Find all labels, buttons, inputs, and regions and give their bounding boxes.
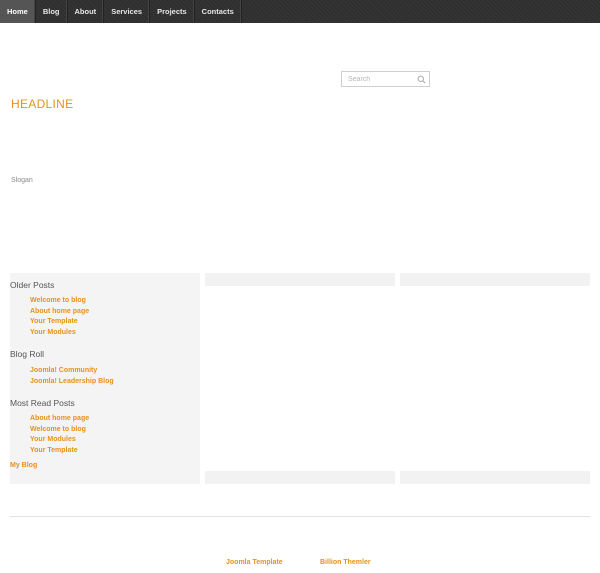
blog-roll-link[interactable]: Joomla! Community (30, 366, 114, 377)
older-posts-list: Welcome to blog About home page Your Tem… (30, 296, 89, 338)
nav-item-projects[interactable]: Projects (150, 0, 195, 23)
content-column-top-bar (205, 273, 395, 286)
nav-item-about[interactable]: About (68, 0, 105, 23)
most-read-link[interactable]: Your Template (30, 446, 89, 457)
blog-roll-title: Blog Roll (10, 349, 45, 359)
footer-link-billion-themler[interactable]: Billion Themler (320, 559, 371, 566)
blog-roll-list: Joomla! Community Joomla! Leadership Blo… (30, 366, 114, 387)
nav-item-services[interactable]: Services (104, 0, 151, 23)
slogan: Slogan (11, 177, 33, 184)
most-read-list: About home page Welcome to blog Your Mod… (30, 414, 89, 456)
older-posts-link[interactable]: About home page (30, 307, 89, 318)
sidebar: Older Posts Welcome to blog About home p… (10, 273, 200, 484)
search-box (341, 71, 430, 87)
headline: HEADLINE (11, 97, 74, 111)
top-navigation: Home Blog About Services Projects Contac… (0, 0, 600, 23)
blog-roll-link[interactable]: Joomla! Leadership Blog (30, 377, 114, 388)
older-posts-title: Older Posts (10, 280, 55, 290)
right-column-bottom-bar (400, 471, 590, 484)
nav-item-blog[interactable]: Blog (36, 0, 68, 23)
right-column-top-bar (400, 273, 590, 286)
nav-item-home[interactable]: Home (0, 0, 36, 23)
older-posts-link[interactable]: Your Template (30, 317, 89, 328)
most-read-title: Most Read Posts (10, 398, 75, 408)
older-posts-link[interactable]: Welcome to blog (30, 296, 89, 307)
most-read-link[interactable]: Your Modules (30, 435, 89, 446)
older-posts-link[interactable]: Your Modules (30, 328, 89, 339)
search-icon[interactable] (417, 75, 426, 84)
nav-item-contacts[interactable]: Contacts (195, 0, 242, 23)
footer-link-joomla-template[interactable]: Joomla Template (226, 559, 283, 566)
my-blog-link[interactable]: My Blog (10, 462, 37, 469)
search-input[interactable] (342, 72, 418, 86)
footer-divider (10, 516, 590, 517)
most-read-link[interactable]: Welcome to blog (30, 425, 89, 436)
most-read-link[interactable]: About home page (30, 414, 89, 425)
content-column-bottom-bar (205, 471, 395, 484)
